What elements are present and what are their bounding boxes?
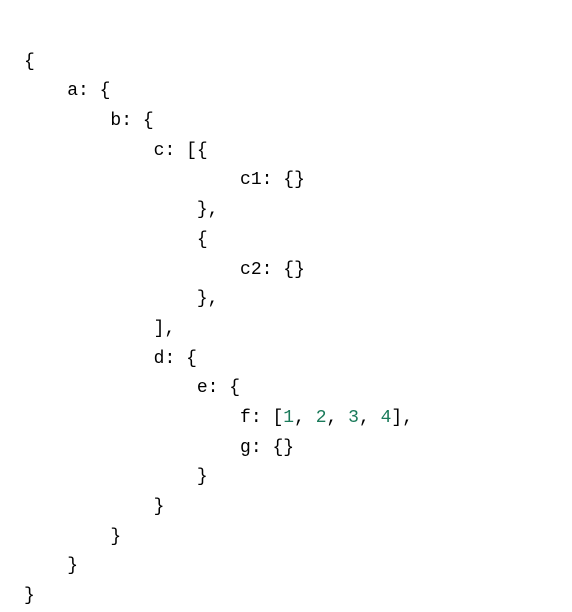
key-b: b	[110, 111, 121, 131]
key-c: c	[154, 141, 165, 161]
key-c1: c1	[240, 170, 262, 190]
number-3: 3	[348, 408, 359, 428]
number-4: 4	[381, 408, 392, 428]
key-g: g	[240, 438, 251, 458]
code-block: { a: { b: { c: [{ c1: {} }, { c2: {} }, …	[24, 18, 548, 612]
key-e: e	[197, 378, 208, 398]
number-1: 1	[283, 408, 294, 428]
close-brace: }	[24, 586, 35, 606]
open-brace: {	[24, 52, 35, 72]
empty-obj: {}	[272, 438, 294, 458]
empty-obj: {}	[283, 170, 305, 190]
key-f: f	[240, 408, 251, 428]
key-a: a	[67, 81, 78, 101]
empty-obj: {}	[283, 260, 305, 280]
number-2: 2	[316, 408, 327, 428]
key-d: d	[154, 349, 165, 369]
key-c2: c2	[240, 260, 262, 280]
